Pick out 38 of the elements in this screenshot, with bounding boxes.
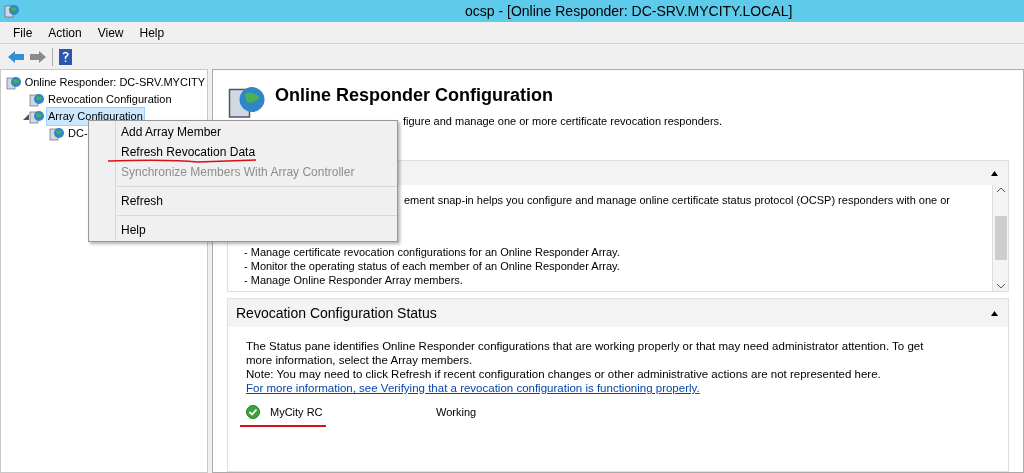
page-subtitle: figure and manage one or more certificate revocation responders. xyxy=(403,114,723,129)
server-icon xyxy=(29,108,45,125)
server-icon xyxy=(5,74,22,91)
server-icon xyxy=(29,91,45,108)
scrollbar[interactable] xyxy=(992,185,1008,291)
expand-arrow-icon[interactable] xyxy=(23,113,29,120)
menu-item[interactable]: File xyxy=(13,23,33,42)
help-icon[interactable] xyxy=(59,48,72,65)
back-arrow-icon[interactable] xyxy=(8,50,24,63)
server-icon xyxy=(49,125,65,142)
status-description: The Status pane identifies Online Responder configurations that are working properly or that may need administrator attention. To get more information, select the Array members. xyxy=(246,339,925,367)
collapse-arrow-icon[interactable] xyxy=(991,170,998,176)
help-link[interactable]: For more information, see Verifying that a revocation configuration is functioning properly. xyxy=(246,381,700,395)
context-menu-item[interactable]: Help xyxy=(89,220,397,240)
menu-item[interactable]: Action xyxy=(48,23,82,42)
tree-item[interactable]: DC- xyxy=(66,124,90,143)
app-icon xyxy=(4,3,20,19)
scroll-up-icon[interactable] xyxy=(996,187,1005,192)
tree-item[interactable]: Online Responder: DC-SRV.MYCITY xyxy=(22,73,207,92)
page-title: Online Responder Configuration xyxy=(275,84,554,107)
context-menu-item[interactable]: Refresh Revocation Data xyxy=(89,142,397,162)
overview-text: ement snap-in helps you configure and manage online certificate status protocol (OCSP) responders with one or xyxy=(404,193,952,207)
status-description: Note: You may need to click Refresh if recent configuration changes or other administrative actions are not represented here. xyxy=(246,367,882,381)
scroll-down-icon[interactable] xyxy=(996,284,1005,289)
configuration-name[interactable]: MyCity RC xyxy=(270,405,436,419)
configuration-status: Working xyxy=(436,405,477,419)
forward-arrow-icon[interactable] xyxy=(30,50,46,63)
check-icon xyxy=(246,405,260,419)
overview-item: - Manage Online Responder Array members. xyxy=(244,273,464,287)
tree-item[interactable]: Revocation Configuration xyxy=(46,90,174,109)
menu-item[interactable]: View xyxy=(97,23,124,42)
overview-item: - Monitor the operating status of each member of an Online Responder Array. xyxy=(244,259,621,273)
menu-item[interactable]: Help xyxy=(139,23,165,42)
overview-item: - Manage certificate revocation configurations for an Online Responder Array. xyxy=(244,245,621,259)
collapse-arrow-icon[interactable] xyxy=(991,310,998,316)
context-menu-item[interactable]: Refresh xyxy=(89,191,397,211)
panel-title: Revocation Configuration Status xyxy=(236,303,437,323)
window-title: ocsp - [Online Responder: DC-SRV.MYCITY.LOCAL] xyxy=(465,1,793,21)
